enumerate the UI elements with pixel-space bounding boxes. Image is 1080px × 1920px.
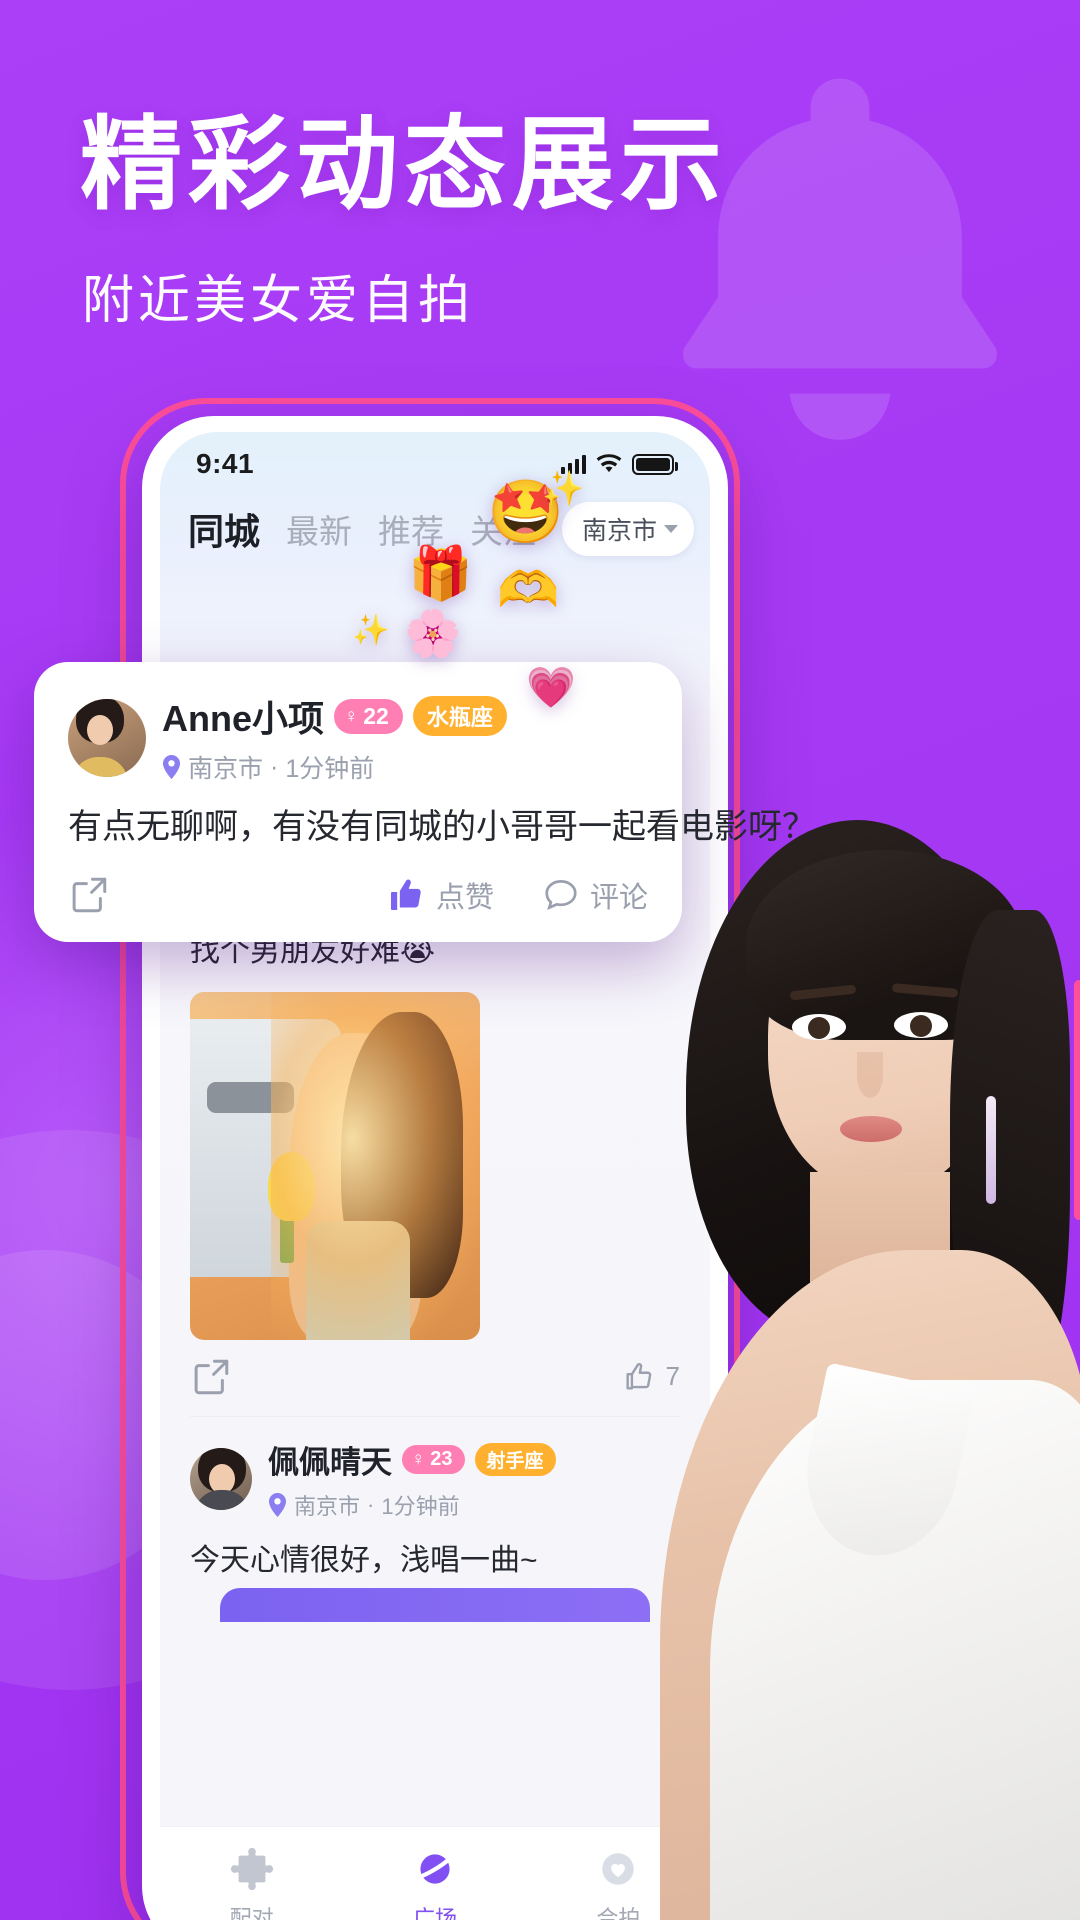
like-label: 点赞 — [435, 882, 494, 915]
model-eye-right — [894, 1012, 948, 1038]
zodiac-chip: 射手座 — [474, 1442, 556, 1476]
zodiac-chip: 水瓶座 — [412, 696, 507, 736]
nav-label: 合拍 — [596, 1906, 641, 1920]
tab-tongcheng[interactable]: 同城 — [188, 503, 260, 555]
post-image[interactable] — [190, 991, 480, 1340]
promo-subheadline: 附近美女爱自拍 — [82, 272, 475, 330]
bottom-nav: 配对 广场 合拍 — [160, 1826, 710, 1920]
puzzle-icon — [228, 1845, 276, 1893]
status-bar: 9:41 — [160, 432, 710, 496]
phone-screen: 9:41 同城 最新 推荐 关注 南京市 找个男朋友好难😭 7 佩佩晴天 ♀ 2… — [160, 432, 710, 1920]
post-text: 有点无聊啊，有没有同城的小哥哥一起看电影呀？ — [68, 808, 816, 846]
location-pin-icon — [162, 755, 181, 779]
female-icon: ♀ — [344, 705, 359, 727]
location-pin-icon — [268, 1492, 287, 1517]
wifi-icon — [596, 454, 622, 474]
share-icon[interactable] — [68, 874, 110, 916]
feed-tab-bar: 同城 最新 推荐 关注 南京市 — [160, 496, 710, 570]
post-name-row: Anne小项 ♀ 22 水瓶座 — [162, 690, 507, 742]
audio-post-bar[interactable] — [220, 1588, 650, 1622]
post-header: 佩佩晴天 ♀ 23 射手座 南京市 · 1分钟前 — [190, 1437, 680, 1521]
post-username: 佩佩晴天 — [268, 1444, 392, 1480]
city-selector[interactable]: 南京市 — [562, 502, 695, 556]
tab-tuijian[interactable]: 推荐 — [378, 505, 444, 553]
post-actions: 7 — [190, 1356, 680, 1416]
promo-headline: 精彩动态展示 — [80, 108, 728, 222]
post-location: 南京市 — [294, 1493, 361, 1519]
model-lips — [840, 1116, 902, 1142]
thumbs-up-icon — [390, 879, 421, 911]
like-button[interactable]: 点赞 — [386, 874, 494, 916]
signal-bars-icon — [561, 454, 586, 474]
nav-item-guangchang[interactable]: 广场 — [343, 1845, 526, 1920]
phone-body: 9:41 同城 最新 推荐 关注 南京市 找个男朋友好难😭 7 佩佩晴天 ♀ 2… — [142, 416, 728, 1920]
model-photo — [650, 820, 1080, 1920]
avatar-image — [68, 698, 146, 777]
heart-circle-icon — [594, 1845, 642, 1893]
post-actions-right: 点赞 评论 — [386, 874, 648, 916]
post-time: 1分钟前 — [381, 1493, 460, 1519]
post-header: Anne小项 ♀ 22 水瓶座 南京市 · 1分钟前 — [68, 690, 648, 785]
model-nose — [857, 1052, 883, 1098]
meta-separator: · — [270, 752, 279, 781]
female-icon: ♀ — [411, 1448, 426, 1470]
avatar-body — [194, 1489, 250, 1510]
share-icon[interactable] — [190, 1356, 232, 1398]
post-header-text: Anne小项 ♀ 22 水瓶座 南京市 · 1分钟前 — [162, 690, 507, 785]
post-meta-row: 南京市 · 1分钟前 — [268, 1489, 556, 1521]
status-bar-indicators — [561, 453, 678, 475]
battery-icon — [632, 453, 678, 475]
post-age: 23 — [430, 1447, 453, 1470]
comment-label: 评论 — [589, 882, 648, 915]
post-location: 南京市 — [188, 755, 264, 783]
list-item[interactable]: 佩佩晴天 ♀ 23 射手座 南京市 · 1分钟前 今天心情很好，浅唱一曲~ — [160, 1417, 710, 1622]
post-header-text: 佩佩晴天 ♀ 23 射手座 南京市 · 1分钟前 — [268, 1437, 556, 1521]
gender-age-chip: ♀ 22 — [334, 698, 403, 734]
model-eye-left — [792, 1014, 846, 1040]
tab-guanzhu[interactable]: 关注 — [470, 505, 536, 553]
status-bar-time: 9:41 — [196, 448, 255, 479]
featured-post-card[interactable]: Anne小项 ♀ 22 水瓶座 南京市 · 1分钟前 有点无聊啊，有没有同城的小… — [34, 662, 816, 943]
avatar-body — [72, 756, 128, 777]
planet-icon — [411, 1845, 459, 1893]
nav-item-peidui[interactable]: 配对 — [160, 1845, 343, 1920]
comment-icon — [545, 880, 577, 911]
tab-zuixin[interactable]: 最新 — [286, 505, 352, 553]
post-actions: 点赞 评论 — [68, 874, 648, 916]
post-text: 今天心情很好，浅唱一曲~ — [190, 1543, 538, 1577]
phone-mockup: 9:41 同城 最新 推荐 关注 南京市 找个男朋友好难😭 7 佩佩晴天 ♀ 2… — [120, 398, 740, 1920]
image-sun-glow — [271, 991, 480, 1340]
model-earring — [986, 1096, 996, 1204]
post-name-row: 佩佩晴天 ♀ 23 射手座 — [268, 1437, 556, 1482]
avatar-face — [87, 714, 113, 745]
city-selector-value: 南京市 — [582, 517, 658, 545]
avatar-image — [190, 1447, 252, 1510]
avatar[interactable] — [190, 1447, 252, 1510]
post-time: 1分钟前 — [285, 755, 375, 783]
chevron-down-icon — [664, 525, 679, 533]
comment-button[interactable]: 评论 — [542, 874, 648, 916]
post-meta-row: 南京市 · 1分钟前 — [162, 749, 507, 785]
avatar[interactable] — [68, 698, 146, 777]
meta-separator: · — [367, 1491, 375, 1517]
post-age: 22 — [363, 702, 389, 729]
post-username: Anne小项 — [162, 698, 325, 739]
nav-label: 配对 — [229, 1906, 274, 1920]
gender-age-chip: ♀ 23 — [402, 1444, 465, 1474]
nav-label: 广场 — [412, 1906, 457, 1920]
phone-edge — [1074, 980, 1080, 1220]
